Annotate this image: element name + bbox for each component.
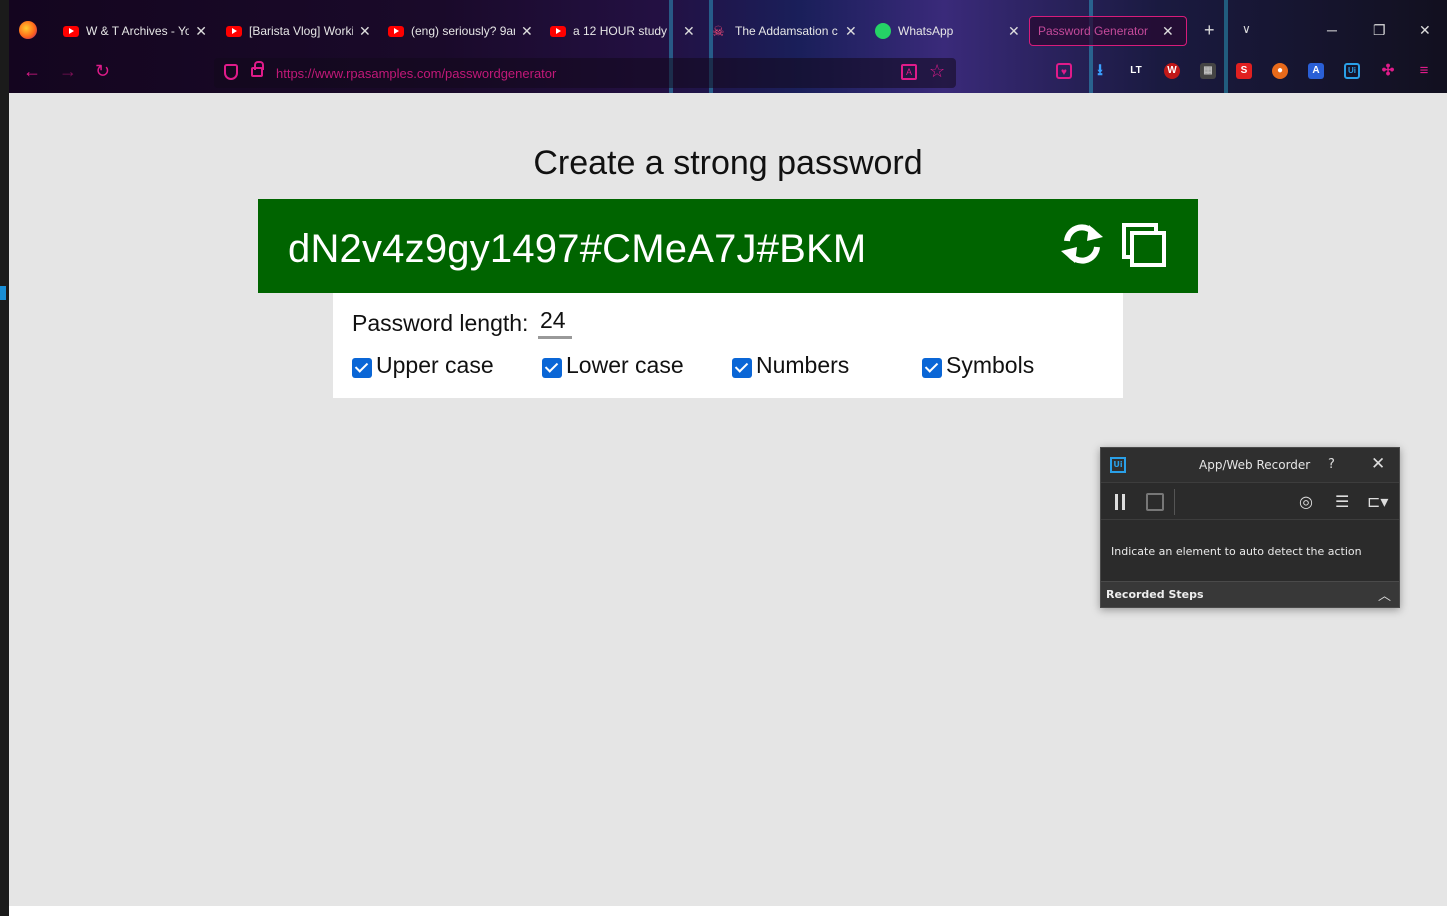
copy-icon[interactable]	[1122, 223, 1166, 267]
save-icon[interactable]	[1146, 493, 1164, 511]
download-icon[interactable]: ⭳	[1092, 63, 1108, 79]
tab-addamsation[interactable]: ☠ The Addamsation c ✕	[712, 16, 862, 46]
recorder-toolbar: ◎ ☰ ⊏▾	[1101, 482, 1399, 520]
tab-12-hour-study[interactable]: a 12 HOUR study ✕	[550, 16, 700, 46]
close-tab-icon[interactable]: ✕	[845, 23, 857, 40]
bottom-edge	[9, 906, 1447, 916]
refresh-icon[interactable]	[1059, 221, 1105, 267]
option-label: Symbols	[946, 352, 1035, 378]
option-numbers[interactable]: Numbers	[732, 352, 849, 379]
tab-title: (eng) seriously? 9am	[411, 24, 515, 38]
youtube-icon	[388, 25, 404, 37]
minimize-icon[interactable]: ─	[1327, 22, 1337, 38]
option-symbols[interactable]: Symbols	[922, 352, 1034, 379]
password-length-input[interactable]: 24	[538, 307, 572, 339]
tab-wt-archives[interactable]: W & T Archives - Yo ✕	[63, 16, 207, 46]
recorded-steps-label: Recorded Steps	[1106, 588, 1204, 601]
tab-seriously[interactable]: (eng) seriously? 9am ✕	[388, 16, 538, 46]
close-tab-icon[interactable]: ✕	[195, 23, 207, 40]
recorder-header: Ui App/Web Recorder ? ✕	[1101, 448, 1399, 482]
tab-title: WhatsApp	[898, 24, 954, 38]
firefox-icon[interactable]	[19, 21, 37, 39]
tab-whatsapp[interactable]: WhatsApp ✕	[875, 16, 1025, 46]
reload-icon[interactable]: ↻	[95, 61, 110, 82]
new-tab-button[interactable]: +	[1204, 20, 1215, 41]
list-all-tabs-button[interactable]: ∨	[1242, 22, 1251, 36]
option-label: Lower case	[566, 352, 684, 378]
left-window-edge	[0, 0, 9, 916]
forward-arrow-icon[interactable]: →	[59, 61, 77, 82]
tab-title: a 12 HOUR study	[573, 24, 668, 38]
tab-title: Password Generator	[1038, 24, 1149, 38]
whatsapp-icon	[875, 23, 891, 39]
pause-icon[interactable]	[1115, 494, 1125, 510]
password-length-label: Password length:	[352, 310, 529, 336]
tab-barista-vlog[interactable]: [Barista Vlog] Worki ✕	[226, 16, 376, 46]
option-label: Numbers	[756, 352, 850, 378]
app-web-recorder-panel: Ui App/Web Recorder ? ✕ ◎ ☰ ⊏▾ Indicate …	[1100, 447, 1400, 608]
option-lower-case[interactable]: Lower case	[542, 352, 684, 379]
record-options-dropdown-icon[interactable]: ⊏▾	[1367, 492, 1388, 511]
tab-password-generator[interactable]: Password Generator ✕	[1029, 16, 1187, 46]
pocket-icon[interactable]: ♥	[1056, 63, 1072, 79]
translator-extension-icon[interactable]: A	[1308, 63, 1324, 79]
tracking-shield-icon[interactable]	[224, 64, 238, 80]
recorder-title: App/Web Recorder	[1199, 458, 1311, 472]
close-window-icon[interactable]: ✕	[1419, 22, 1431, 39]
navigation-bar: ← → ↻ https://www.rpasamples.com/passwor…	[9, 52, 1447, 93]
youtube-icon	[63, 25, 79, 37]
generated-password[interactable]: dN2v4z9gy1497#CMeA7J#BKM	[288, 227, 866, 272]
close-tab-icon[interactable]: ✕	[359, 23, 371, 40]
toolbar-divider	[1174, 489, 1175, 515]
edge-indicator	[0, 286, 6, 300]
page-title: Create a strong password	[533, 144, 923, 182]
steps-list-icon[interactable]: ☰	[1335, 492, 1349, 511]
lock-icon[interactable]	[251, 61, 264, 77]
upper-case-checkbox[interactable]	[352, 357, 372, 378]
youtube-icon	[550, 25, 566, 37]
tab-title: W & T Archives - Yo	[86, 24, 190, 38]
close-tab-icon[interactable]: ✕	[1162, 23, 1174, 40]
tab-bar: W & T Archives - Yo ✕ [Barista Vlog] Wor…	[9, 8, 1447, 52]
option-label: Upper case	[376, 352, 494, 378]
recorder-instruction: Indicate an element to auto detect the a…	[1111, 545, 1362, 558]
close-recorder-button[interactable]: ✕	[1371, 454, 1385, 474]
youtube-icon	[226, 25, 242, 37]
grid-extension-icon[interactable]: ▦	[1200, 63, 1216, 79]
tab-title: [Barista Vlog] Worki	[249, 24, 353, 38]
password-options: Password length: 24 Upper case Lower cas…	[333, 293, 1123, 398]
uipath-logo-icon: Ui	[1110, 457, 1126, 473]
help-button[interactable]: ?	[1328, 457, 1335, 472]
extensions-puzzle-icon[interactable]: ✣	[1380, 63, 1396, 79]
skull-icon: ☠	[712, 23, 725, 39]
web-extension-icon[interactable]: W	[1164, 63, 1180, 79]
option-upper-case[interactable]: Upper case	[352, 352, 494, 379]
address-bar[interactable]: https://www.rpasamples.com/passwordgener…	[214, 58, 956, 88]
browser-chrome: W & T Archives - Yo ✕ [Barista Vlog] Wor…	[9, 0, 1447, 93]
close-tab-icon[interactable]: ✕	[521, 23, 533, 40]
bookmark-star-icon[interactable]: ☆	[929, 61, 945, 82]
duckduckgo-icon[interactable]: ●	[1272, 63, 1288, 79]
uipath-extension-icon[interactable]: Ui	[1344, 63, 1360, 79]
target-icon[interactable]: ◎	[1299, 492, 1313, 511]
menu-icon[interactable]: ≡	[1416, 63, 1432, 79]
symbols-checkbox[interactable]	[922, 357, 942, 378]
chevron-up-icon[interactable]: ︿	[1378, 585, 1391, 604]
tab-title: The Addamsation c	[735, 24, 838, 38]
recorded-steps-header[interactable]: Recorded Steps ︿	[1101, 581, 1399, 607]
url-text[interactable]: https://www.rpasamples.com/passwordgener…	[276, 66, 556, 81]
numbers-checkbox[interactable]	[732, 357, 752, 378]
restore-icon[interactable]: ❐	[1373, 22, 1386, 39]
s-extension-icon[interactable]: S	[1236, 63, 1252, 79]
lower-case-checkbox[interactable]	[542, 357, 562, 378]
lt-extension-icon[interactable]: LT	[1128, 63, 1144, 79]
close-tab-icon[interactable]: ✕	[683, 23, 695, 40]
password-display: dN2v4z9gy1497#CMeA7J#BKM	[258, 199, 1198, 293]
back-arrow-icon[interactable]: ←	[23, 61, 41, 82]
translate-icon[interactable]: A	[901, 64, 917, 80]
close-tab-icon[interactable]: ✕	[1008, 23, 1020, 40]
